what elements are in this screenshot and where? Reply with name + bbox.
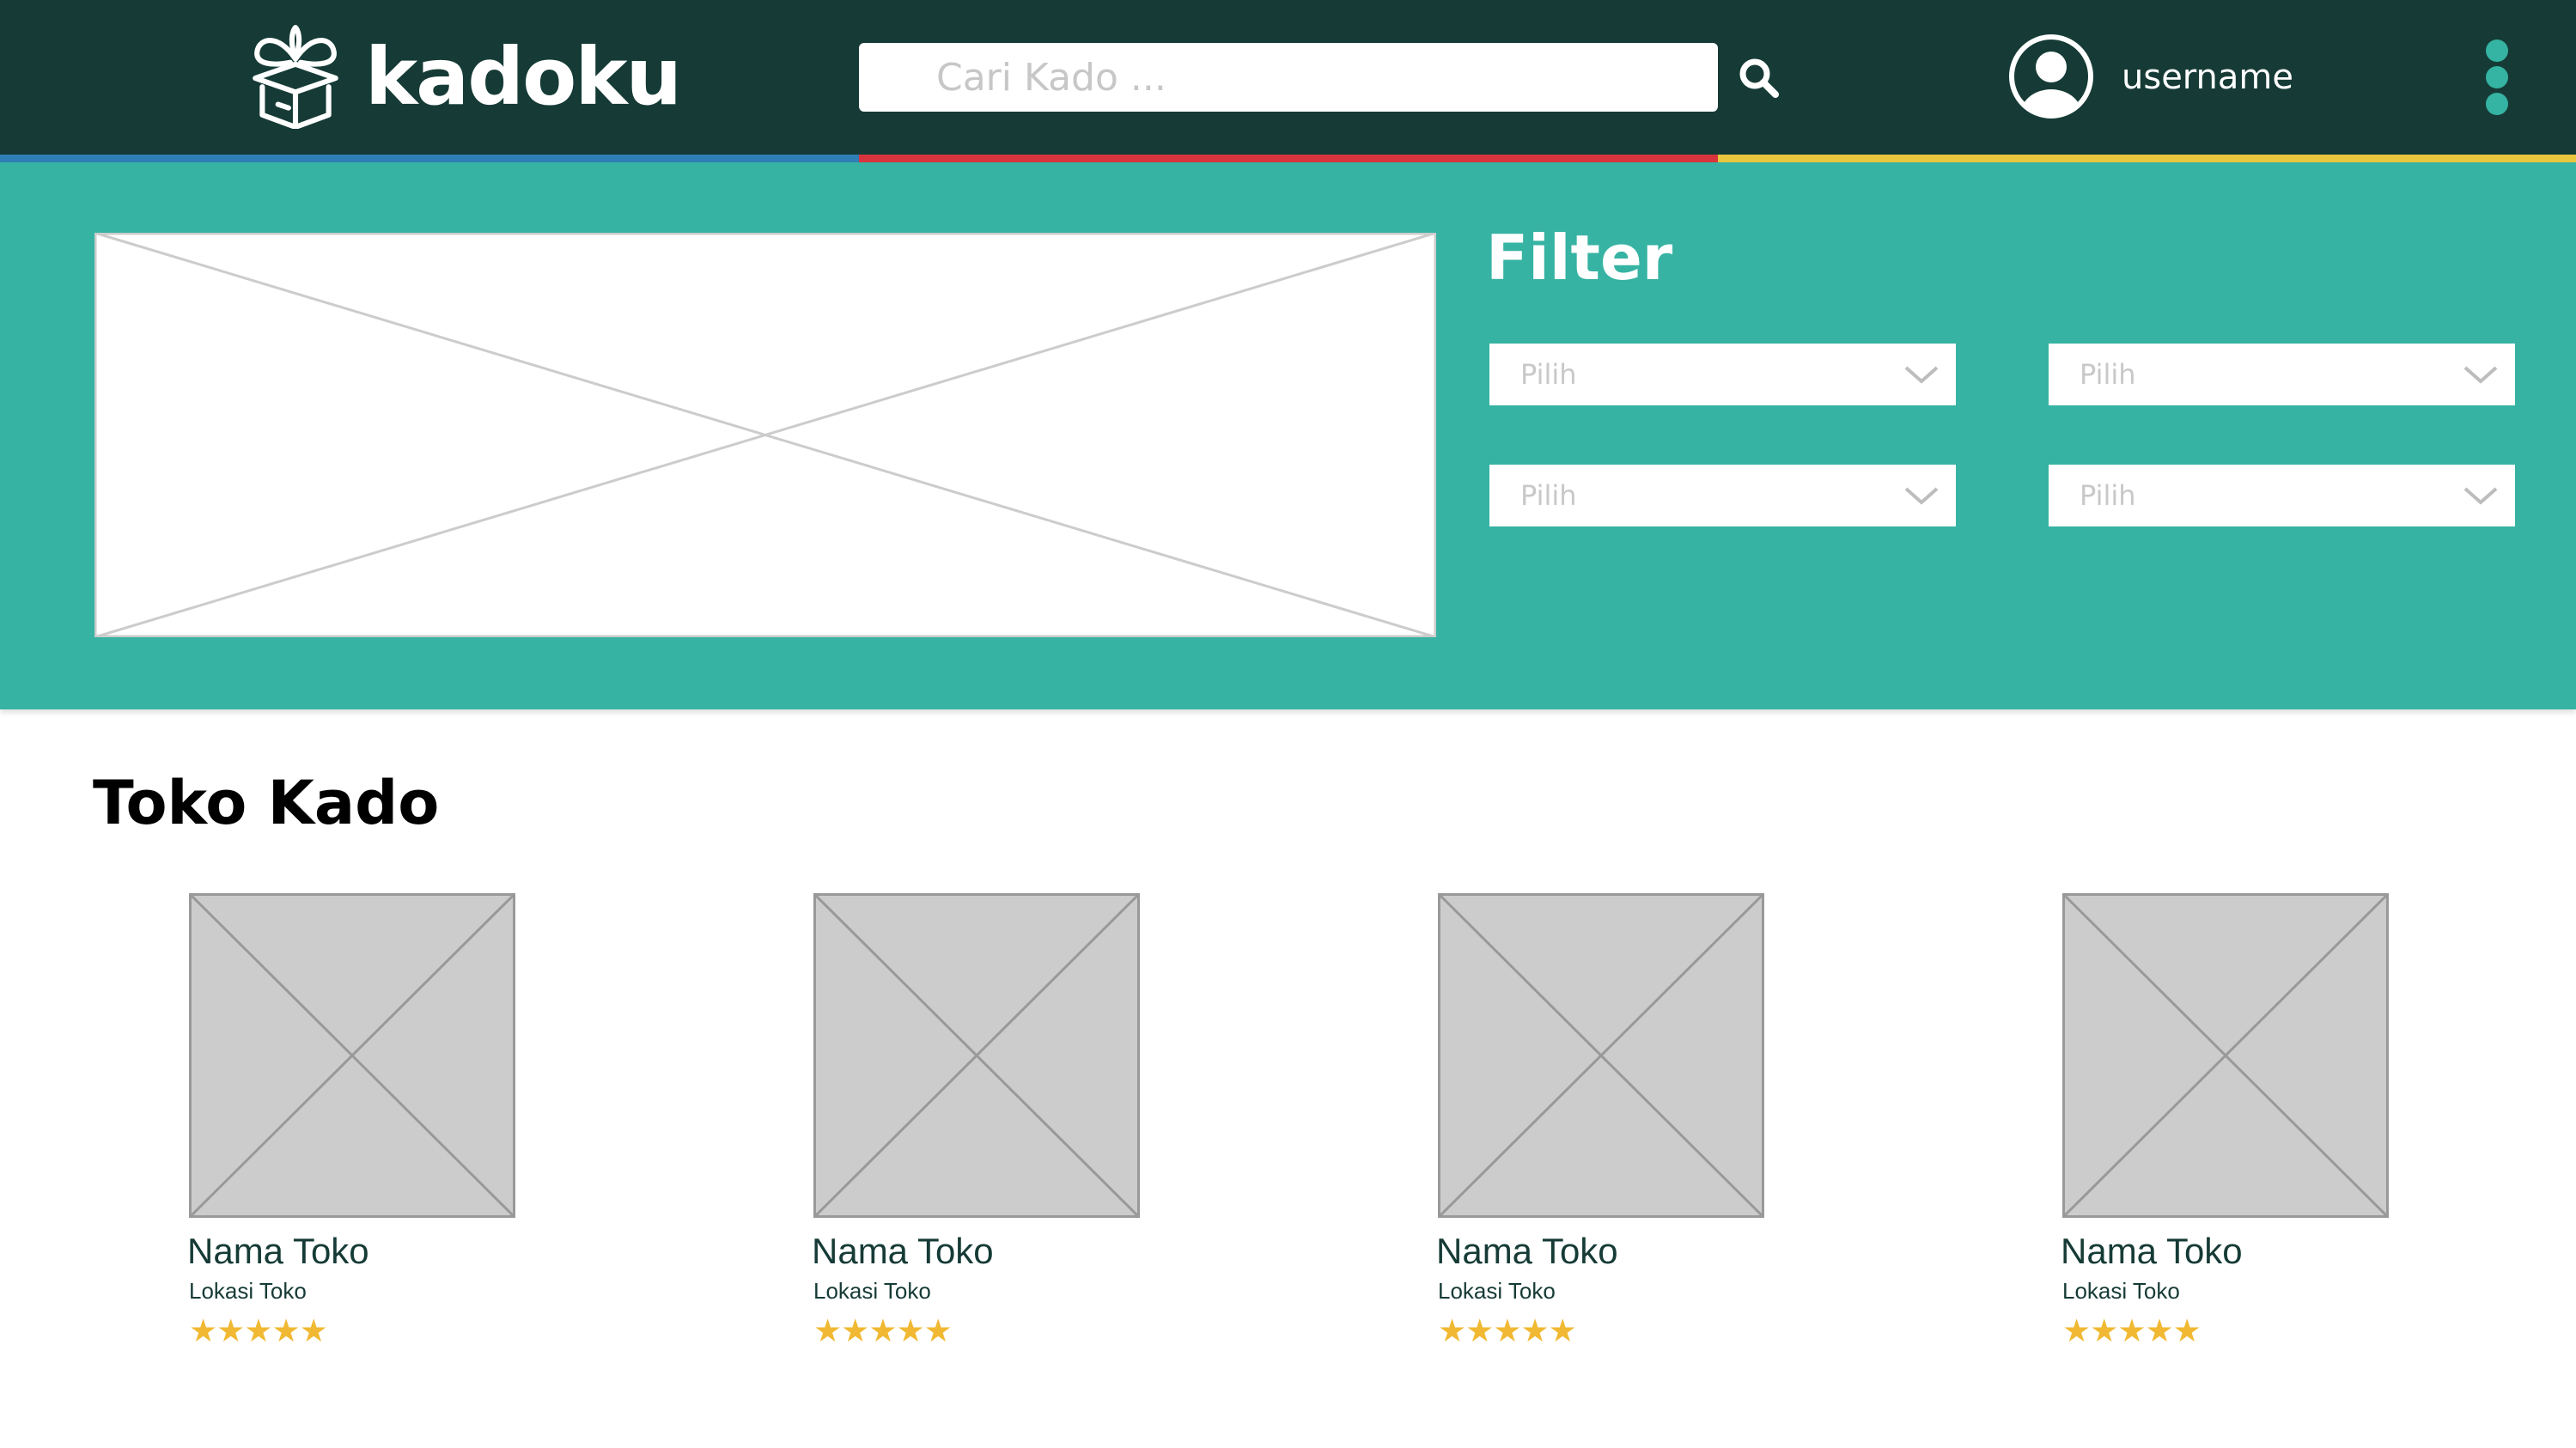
brand-logo[interactable]: kadoku	[365, 26, 682, 129]
select-placeholder: Pilih	[2080, 479, 2136, 512]
star-rating: ★★★★★	[1438, 1312, 1577, 1349]
username-label[interactable]: username	[2122, 52, 2293, 103]
search-icon[interactable]	[1737, 56, 1781, 100]
store-image-placeholder[interactable]	[189, 893, 515, 1218]
star-rating: ★★★★★	[2062, 1312, 2201, 1349]
menu-dot	[2486, 66, 2508, 88]
chevron-down-icon	[2463, 487, 2498, 505]
filter-title: Filter	[1486, 222, 1673, 294]
menu-dot	[2486, 93, 2508, 115]
menu-dot	[2486, 40, 2508, 62]
store-name[interactable]: Nama Toko	[1436, 1230, 1618, 1273]
store-card[interactable]: Nama Toko Lokasi Toko ★★★★★	[1436, 893, 1781, 1357]
kebab-menu-icon[interactable]	[2476, 34, 2518, 120]
store-name[interactable]: Nama Toko	[812, 1230, 994, 1273]
section-title: Toko Kado	[93, 768, 440, 838]
star-rating: ★★★★★	[813, 1312, 953, 1349]
gift-box-icon[interactable]	[243, 24, 348, 129]
store-location: Lokasi Toko	[1438, 1278, 1556, 1304]
accent-bar-red	[859, 155, 1718, 162]
select-placeholder: Pilih	[1520, 479, 1577, 512]
store-location: Lokasi Toko	[813, 1278, 931, 1304]
filter-select-2[interactable]: Pilih	[2049, 344, 2515, 405]
accent-bar-blue	[0, 155, 859, 162]
filter-select-4[interactable]: Pilih	[2049, 465, 2515, 526]
store-image-placeholder[interactable]	[813, 893, 1140, 1218]
store-card[interactable]: Nama Toko Lokasi Toko ★★★★★	[2061, 893, 2406, 1357]
user-avatar-icon[interactable]	[2007, 33, 2095, 120]
select-placeholder: Pilih	[2080, 358, 2136, 391]
store-image-placeholder[interactable]	[1438, 893, 1764, 1218]
chevron-down-icon	[2463, 366, 2498, 384]
chevron-down-icon	[1904, 487, 1939, 505]
accent-bar-yellow	[1718, 155, 2576, 162]
select-placeholder: Pilih	[1520, 358, 1577, 391]
chevron-down-icon	[1904, 366, 1939, 384]
filter-select-1[interactable]: Pilih	[1489, 344, 1956, 405]
banner-image-placeholder	[94, 233, 1436, 637]
store-name[interactable]: Nama Toko	[187, 1230, 369, 1273]
star-rating: ★★★★★	[189, 1312, 328, 1349]
store-card[interactable]: Nama Toko Lokasi Toko ★★★★★	[812, 893, 1157, 1357]
store-card[interactable]: Nama Toko Lokasi Toko ★★★★★	[187, 893, 533, 1357]
filter-select-3[interactable]: Pilih	[1489, 465, 1956, 526]
store-location: Lokasi Toko	[2062, 1278, 2180, 1304]
search-input[interactable]	[859, 43, 1718, 112]
store-location: Lokasi Toko	[189, 1278, 307, 1304]
store-name[interactable]: Nama Toko	[2061, 1230, 2243, 1273]
store-image-placeholder[interactable]	[2062, 893, 2389, 1218]
